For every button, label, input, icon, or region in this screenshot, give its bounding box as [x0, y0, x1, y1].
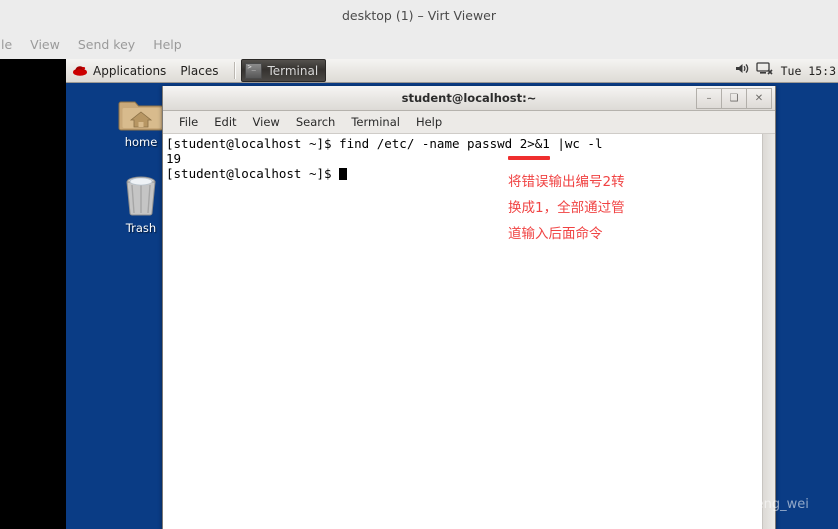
maximize-button[interactable]: ❑: [721, 88, 747, 109]
viewer-menu-view[interactable]: View: [21, 37, 69, 52]
virt-viewer-title: desktop (1) – Virt Viewer: [342, 7, 496, 23]
terminal-menu-search[interactable]: Search: [288, 115, 344, 129]
gnome-top-panel: Applications Places Terminal: [66, 59, 838, 83]
guest-desktop[interactable]: Applications Places Terminal: [66, 59, 838, 529]
panel-places-menu[interactable]: Places: [180, 64, 218, 78]
panel-separator: [234, 62, 237, 79]
terminal-scrollbar[interactable]: [762, 134, 775, 529]
annotation-note-line-3: 道输入后面命令: [508, 226, 603, 242]
redhat-shadowman-icon: [72, 63, 88, 79]
terminal-body[interactable]: [student@localhost ~]$ find /etc/ -name …: [163, 134, 775, 529]
close-button[interactable]: ✕: [746, 88, 772, 109]
panel-clock[interactable]: Tue 15:3: [781, 64, 836, 78]
taskbar-item-terminal-label: Terminal: [267, 63, 319, 78]
home-folder-icon: [118, 93, 164, 133]
trash-icon: [120, 171, 162, 219]
viewer-menu-send-key[interactable]: Send key: [69, 37, 144, 52]
annotation-underline: [508, 156, 550, 160]
taskbar-item-terminal[interactable]: Terminal: [241, 59, 327, 82]
network-disconnected-icon[interactable]: [755, 61, 774, 81]
terminal-cursor: [339, 168, 348, 180]
terminal-line-output: 19: [166, 151, 182, 166]
annotation-note-line-2: 换成1，全部通过管: [508, 200, 625, 216]
volume-speaker-icon[interactable]: [734, 61, 751, 81]
desktop-icon-home-label: home: [124, 135, 158, 149]
guest-display-area: Applications Places Terminal: [0, 59, 838, 529]
terminal-window[interactable]: student@localhost:~ – ❑ ✕ File Edit View…: [162, 86, 776, 529]
terminal-icon: [245, 62, 263, 79]
window-controls: – ❑ ✕: [696, 88, 772, 109]
minimize-button[interactable]: –: [696, 88, 722, 109]
annotation-note-line-1: 将错误输出编号2转: [508, 174, 625, 190]
annotation-note: 将错误输出编号2转 换成1，全部通过管 道输入后面命令: [508, 169, 668, 247]
screen-root: desktop (1) – Virt Viewer le View Send k…: [0, 0, 838, 529]
viewer-menu-help[interactable]: Help: [144, 37, 191, 52]
terminal-menu-edit[interactable]: Edit: [206, 115, 244, 129]
terminal-menu-terminal[interactable]: Terminal: [343, 115, 408, 129]
panel-applications-menu[interactable]: Applications: [93, 64, 166, 78]
terminal-line-command: [student@localhost ~]$ find /etc/ -name …: [166, 136, 603, 151]
terminal-menubar: File Edit View Search Terminal Help: [163, 111, 775, 134]
virt-viewer-menubar: le View Send key Help: [0, 30, 838, 60]
virt-viewer-titlebar: desktop (1) – Virt Viewer: [0, 0, 838, 30]
terminal-title: student@localhost:~: [401, 91, 537, 105]
desktop-icon-trash-label: Trash: [125, 221, 157, 235]
terminal-menu-view[interactable]: View: [245, 115, 288, 129]
panel-tray: Tue 15:3: [734, 61, 838, 81]
terminal-menu-file[interactable]: File: [171, 115, 206, 129]
terminal-menu-help[interactable]: Help: [408, 115, 450, 129]
terminal-titlebar[interactable]: student@localhost:~ – ❑ ✕: [163, 86, 775, 111]
terminal-line-prompt: [student@localhost ~]$: [166, 166, 340, 181]
viewer-menu-file[interactable]: le: [0, 37, 21, 52]
